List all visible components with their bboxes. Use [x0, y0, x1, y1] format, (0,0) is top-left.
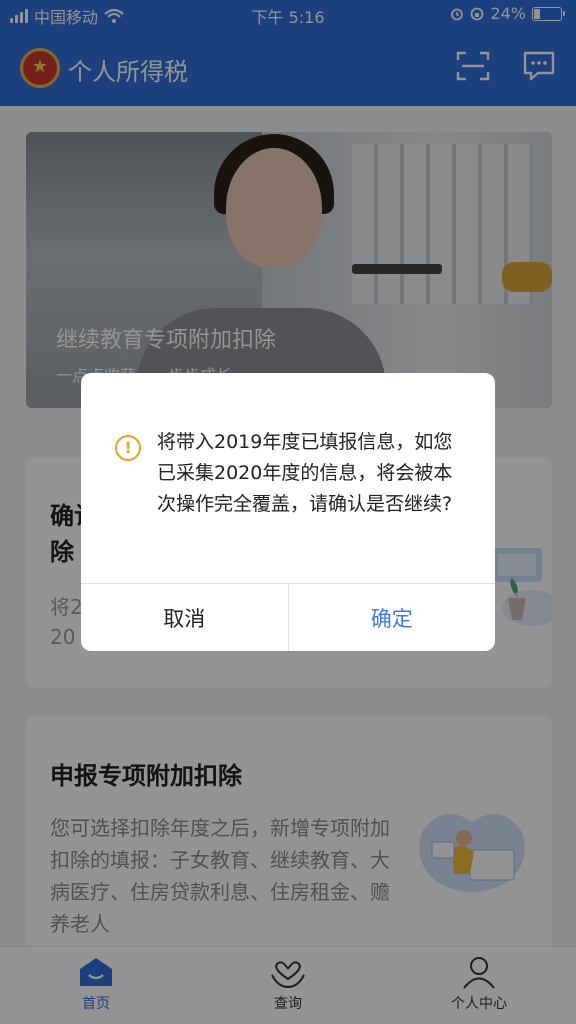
- cancel-button[interactable]: 取消: [81, 584, 289, 651]
- dialog-message: 将带入2019年度已填报信息，如您已采集2020年度的信息，将会被本次操作完全覆…: [157, 431, 453, 515]
- confirm-button[interactable]: 确定: [289, 584, 496, 651]
- warning-icon: !: [115, 435, 141, 461]
- dialog-actions: 取消 确定: [81, 583, 495, 651]
- confirm-dialog: ! 将带入2019年度已填报信息，如您已采集2020年度的信息，将会被本次操作完…: [81, 373, 495, 651]
